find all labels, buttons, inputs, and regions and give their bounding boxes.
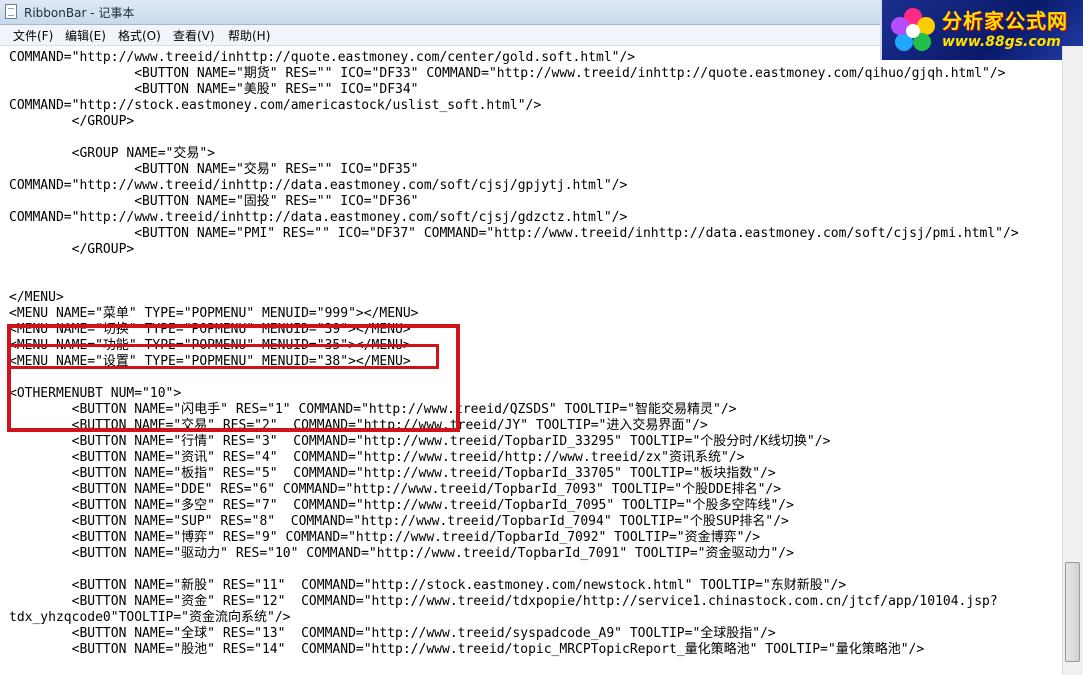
editor-line[interactable]: <BUTTON NAME="美股" RES="" ICO="DF34" [9, 82, 1019, 98]
menu-file[interactable]: 文件(F) [13, 27, 53, 44]
editor-line[interactable]: <BUTTON NAME="板指" RES="5" COMMAND="http:… [9, 466, 1019, 482]
editor-line[interactable]: <BUTTON NAME="SUP" RES="8" COMMAND="http… [9, 514, 1019, 530]
editor-line[interactable]: <BUTTON NAME="新股" RES="11" COMMAND="http… [9, 578, 1019, 594]
editor-line[interactable]: </GROUP> [9, 242, 1019, 258]
editor-line[interactable]: <BUTTON NAME="驱动力" RES="10" COMMAND="htt… [9, 546, 1019, 562]
editor-line[interactable]: </MENU> [9, 290, 1019, 306]
menu-help[interactable]: 帮助(H) [228, 27, 270, 44]
editor-line[interactable]: <MENU NAME="菜单" TYPE="POPMENU" MENUID="9… [9, 306, 1019, 322]
editor-line[interactable]: <BUTTON NAME="资金" RES="12" COMMAND="http… [9, 594, 1019, 610]
editor-line[interactable]: <BUTTON NAME="股池" RES="14" COMMAND="http… [9, 642, 1019, 658]
highlight-box-menu-999 [8, 344, 439, 369]
highlight-box-menus [7, 324, 460, 432]
menu-edit[interactable]: 编辑(E) [65, 27, 106, 44]
editor-line[interactable]: <BUTTON NAME="资讯" RES="4" COMMAND="http:… [9, 450, 1019, 466]
editor-line[interactable]: <BUTTON NAME="多空" RES="7" COMMAND="http:… [9, 498, 1019, 514]
window-title: RibbonBar - 记事本 [24, 6, 135, 20]
text-editor-area[interactable]: COMMAND="http://www.treeid/inhttp://quot… [0, 46, 1062, 675]
editor-line[interactable]: <BUTTON NAME="行情" RES="3" COMMAND="http:… [9, 434, 1019, 450]
vertical-scrollbar[interactable] [1062, 46, 1083, 675]
editor-line[interactable]: <BUTTON NAME="固投" RES="" ICO="DF36" [9, 194, 1019, 210]
editor-line[interactable]: </GROUP> [9, 114, 1019, 130]
menu-view[interactable]: 查看(V) [173, 27, 215, 44]
notepad-icon [5, 4, 17, 19]
editor-line[interactable] [9, 274, 1019, 290]
editor-line[interactable] [9, 130, 1019, 146]
watermark-title: 分析家公式网 [942, 9, 1068, 33]
editor-line[interactable]: COMMAND="http://www.treeid/inhttp://data… [9, 178, 1019, 194]
editor-line[interactable]: <BUTTON NAME="博弈" RES="9" COMMAND="http:… [9, 530, 1019, 546]
editor-line[interactable]: <BUTTON NAME="全球" RES="13" COMMAND="http… [9, 626, 1019, 642]
editor-line[interactable]: COMMAND="http://stock.eastmoney.com/amer… [9, 98, 1019, 114]
editor-line[interactable]: <GROUP NAME="交易"> [9, 146, 1019, 162]
editor-line[interactable] [9, 258, 1019, 274]
editor-line[interactable]: tdx_yhzqcode0"TOOLTIP="资金流向系统"/> [9, 610, 1019, 626]
editor-line[interactable]: <BUTTON NAME="交易" RES="" ICO="DF35" [9, 162, 1019, 178]
scrollbar-thumb[interactable] [1065, 562, 1080, 662]
editor-line[interactable]: COMMAND="http://www.treeid/inhttp://quot… [9, 50, 1019, 66]
menu-format[interactable]: 格式(O) [118, 27, 161, 44]
editor-line[interactable]: COMMAND="http://www.treeid/inhttp://data… [9, 210, 1019, 226]
editor-line[interactable]: <BUTTON NAME="PMI" RES="" ICO="DF37" COM… [9, 226, 1018, 242]
editor-line[interactable]: <BUTTON NAME="期货" RES="" ICO="DF33" COMM… [9, 66, 1019, 82]
editor-line[interactable] [9, 562, 1019, 578]
editor-line[interactable]: <BUTTON NAME="DDE" RES="6" COMMAND="http… [9, 482, 1019, 498]
